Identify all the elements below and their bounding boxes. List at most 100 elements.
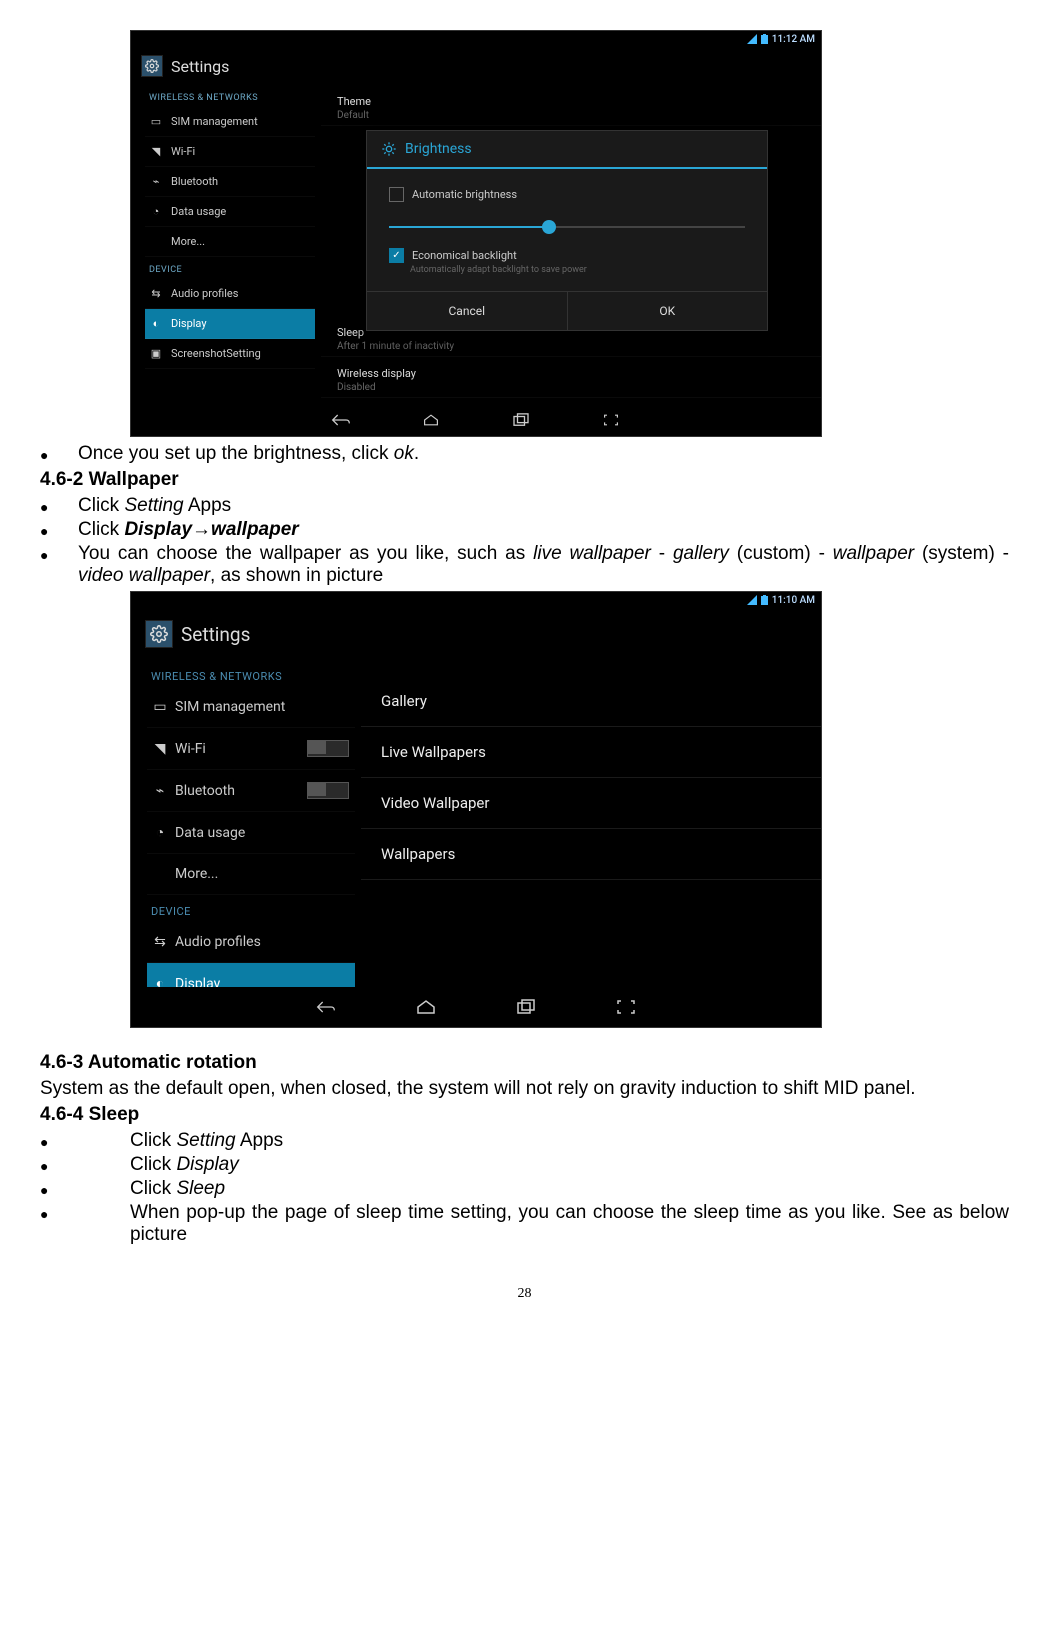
label: Data usage: [175, 825, 245, 841]
sidebar-item-more[interactable]: More...: [147, 854, 355, 895]
sidebar-item-audio[interactable]: ⇆ Audio profiles: [145, 279, 315, 309]
settings-icon: [141, 55, 163, 77]
label: SIM management: [171, 115, 258, 128]
arrow-icon: →: [192, 519, 211, 540]
checkbox-label: Automatic brightness: [412, 188, 517, 201]
clock-time: 11:12 AM: [772, 34, 815, 45]
sidebar-item-data-usage[interactable]: ◔ Data usage: [145, 197, 315, 227]
checkbox-label: Economical backlight: [412, 249, 517, 262]
data-icon: ◔: [149, 205, 163, 218]
option-video-wallpaper[interactable]: Video Wallpaper: [361, 778, 821, 829]
nav-bar: [131, 987, 821, 1027]
dialog-title-bar: Brightness: [367, 131, 767, 169]
back-icon[interactable]: [316, 999, 336, 1015]
option-wallpapers[interactable]: Wallpapers: [361, 829, 821, 880]
recent-icon[interactable]: [516, 999, 536, 1015]
setting-title: Theme: [337, 95, 805, 108]
sidebar-item-more[interactable]: More...: [145, 227, 315, 257]
wifi-toggle[interactable]: [307, 740, 349, 757]
label: Audio profiles: [171, 287, 238, 300]
bluetooth-toggle[interactable]: [307, 782, 349, 799]
heading-wallpaper: 4.6-2 Wallpaper: [40, 469, 1009, 491]
home-icon[interactable]: [416, 999, 436, 1015]
label: Bluetooth: [175, 783, 235, 799]
sidebar-item-wifi[interactable]: ◥ Wi-Fi: [145, 137, 315, 167]
bullet-brightness-ok: Once you set up the brightness, click ok…: [78, 443, 419, 465]
heading-auto-rotation: 4.6-3 Automatic rotation: [40, 1052, 1009, 1074]
brightness-settings-screenshot: 11:12 AM Settings WIRELESS & NETWORKS ▭ S…: [130, 30, 822, 437]
brightness-dialog: Brightness Automatic brightness Economic: [366, 130, 768, 331]
app-bar: Settings: [131, 608, 821, 660]
sim-icon: ▭: [149, 115, 163, 128]
auto-brightness-row[interactable]: Automatic brightness: [389, 181, 745, 208]
setting-subtitle: Default: [337, 110, 805, 121]
status-bar: 11:12 AM: [131, 31, 821, 47]
audio-icon: ⇆: [153, 934, 167, 950]
bullet-sleep-click-display: Click Display: [130, 1154, 239, 1176]
option-gallery[interactable]: Gallery: [361, 676, 821, 727]
setting-title: Wireless display: [337, 367, 805, 380]
back-icon[interactable]: [331, 412, 351, 428]
wifi-icon: ◥: [149, 145, 163, 158]
battery-icon: [761, 34, 768, 44]
home-icon[interactable]: [421, 412, 441, 428]
audio-icon: ⇆: [149, 287, 163, 300]
option-live-wallpapers[interactable]: Live Wallpapers: [361, 727, 821, 778]
settings-sidebar: WIRELESS & NETWORKS ▭ SIM management ◥ Wi-…: [131, 85, 321, 404]
sidebar-item-screenshot[interactable]: ▣ScreenshotSetting: [145, 339, 315, 369]
sidebar-item-data-usage[interactable]: ◔ Data usage: [147, 812, 355, 854]
label: Display: [171, 317, 207, 330]
label: Wi-Fi: [175, 741, 206, 757]
app-title: Settings: [171, 57, 229, 76]
bullet-sleep-popup: When pop-up the page of sleep time setti…: [130, 1202, 1009, 1246]
display-icon: ◐: [149, 317, 163, 330]
cell-signal-icon: [747, 595, 757, 605]
data-icon: ◔: [153, 824, 167, 841]
screenshot-nav-icon[interactable]: [601, 412, 621, 428]
cell-signal-icon: [747, 34, 757, 44]
section-header-wireless: WIRELESS & NETWORKS: [145, 85, 315, 107]
heading-sleep: 4.6-4 Sleep: [40, 1104, 1009, 1126]
settings-sidebar: WIRELESS & NETWORKS ▭SIM management ◥Wi-…: [131, 660, 361, 987]
setting-subtitle: Disabled: [337, 382, 805, 393]
sidebar-item-display[interactable]: ◐Display: [147, 963, 355, 987]
brightness-icon: [381, 141, 397, 157]
brightness-slider[interactable]: [389, 226, 745, 228]
label: Audio profiles: [175, 934, 261, 950]
settings-icon: [145, 620, 173, 648]
page-number: 28: [40, 1286, 1009, 1302]
checkbox-icon[interactable]: [389, 187, 404, 202]
sidebar-item-sim[interactable]: ▭SIM management: [147, 687, 355, 728]
settings-detail-pane: Theme Default Sleep After 1 minute of in…: [321, 85, 821, 404]
recent-icon[interactable]: [511, 412, 531, 428]
section-header-device: DEVICE: [147, 895, 355, 922]
checkbox-icon[interactable]: [389, 248, 404, 263]
label: Data usage: [171, 205, 226, 218]
section-header-wireless: WIRELESS & NETWORKS: [147, 660, 355, 687]
sim-icon: ▭: [153, 699, 167, 715]
dialog-title: Brightness: [405, 141, 472, 157]
setting-theme[interactable]: Theme Default: [321, 85, 821, 126]
bluetooth-icon: ⌁: [153, 783, 167, 799]
eco-backlight-row[interactable]: Economical backlight: [389, 242, 745, 263]
bullet-choose-wallpaper: You can choose the wallpaper as you like…: [78, 543, 1009, 587]
sidebar-item-wifi[interactable]: ◥Wi-Fi: [147, 728, 355, 770]
sidebar-item-bluetooth[interactable]: ⌁ Bluetooth: [147, 770, 355, 812]
sidebar-item-bluetooth[interactable]: ⌁Bluetooth: [145, 167, 315, 197]
bullet-sleep-click-setting-apps: Click Setting Apps: [130, 1130, 283, 1152]
ok-button[interactable]: OK: [568, 292, 768, 330]
screenshot-nav-icon[interactable]: [616, 999, 636, 1015]
label: Display: [175, 976, 220, 988]
nav-bar: [131, 404, 821, 436]
clock-time: 11:10 AM: [772, 595, 815, 606]
bluetooth-icon: ⌁: [149, 175, 163, 188]
setting-wireless-display[interactable]: Wireless display Disabled: [321, 357, 821, 398]
sidebar-item-sim[interactable]: ▭ SIM management: [145, 107, 315, 137]
bullet-sleep-click-sleep: Click Sleep: [130, 1178, 225, 1200]
cancel-button[interactable]: Cancel: [367, 292, 568, 330]
sidebar-item-audio[interactable]: ⇆ Audio profiles: [147, 922, 355, 963]
bullet-list-1: Once you set up the brightness, click ok…: [40, 443, 1009, 465]
sidebar-item-display[interactable]: ◐ Display: [145, 309, 315, 339]
section-header-device: DEVICE: [145, 257, 315, 279]
label: Wi-Fi: [171, 145, 195, 158]
